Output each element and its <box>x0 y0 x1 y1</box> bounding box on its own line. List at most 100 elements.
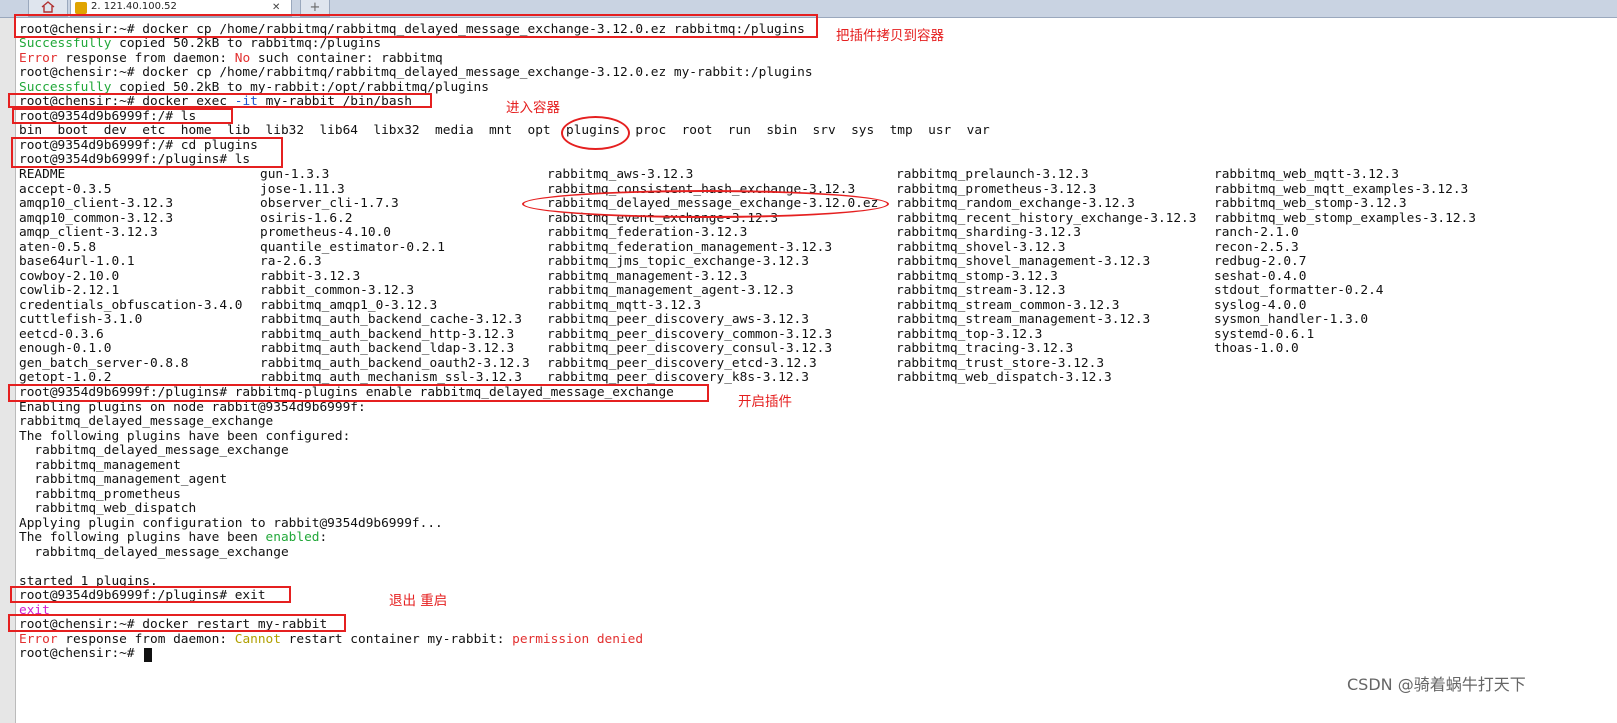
terminal-line: rabbitmq_management_agent <box>19 472 228 487</box>
plugin-file: amqp_client-3.12.3 <box>19 225 158 240</box>
plugin-file: recon-2.5.3 <box>1214 239 1299 255</box>
plugin-file: rabbitmq_stomp-3.12.3 <box>896 268 1058 284</box>
plugin-file: gun-1.3.3 <box>260 167 330 182</box>
plugin-file: cowboy-2.10.0 <box>19 268 120 284</box>
plugin-file: rabbitmq_peer_discovery_common-3.12.3 <box>547 326 833 342</box>
plugin-file: rabbitmq_shovel-3.12.3 <box>896 239 1066 255</box>
terminal-line: Error response from daemon: No such cont… <box>19 52 443 66</box>
close-icon[interactable]: ✕ <box>272 1 280 15</box>
plugin-file: cowlib-2.12.1 <box>19 283 120 298</box>
watermark: CSDN @骑着蜗牛打天下 <box>1347 675 1526 694</box>
plugin-file: rabbitmq_random_exchange-3.12.3 <box>896 196 1135 211</box>
terminal-line: rabbitmq_delayed_message_exchange <box>19 545 289 560</box>
plugin-file: rabbitmq_shovel_management-3.12.3 <box>896 254 1151 269</box>
plugin-file: rabbitmq_top-3.12.3 <box>896 326 1043 342</box>
terminal-line: The following plugins have been configur… <box>19 429 351 444</box>
highlight-box-restart <box>8 614 346 632</box>
annotation-exit-restart: 退出 重启 <box>389 593 448 609</box>
terminal-line: Error response from daemon: Cannot resta… <box>19 633 643 647</box>
plugin-file: syslog-4.0.0 <box>1214 297 1307 313</box>
plugin-file: rabbitmq_amqp1_0-3.12.3 <box>260 297 438 313</box>
plugin-file: rabbitmq_auth_backend_ldap-3.12.3 <box>260 341 515 356</box>
plugin-file: rabbitmq_web_stomp_examples-3.12.3 <box>1214 210 1476 226</box>
plugin-file: sysmon_handler-1.3.0 <box>1214 312 1369 327</box>
terminal-line: Applying plugin configuration to rabbit@… <box>19 516 443 531</box>
terminal-line: rabbitmq_management <box>19 458 181 473</box>
plugin-file: rabbitmq_recent_history_exchange-3.12.3 <box>896 210 1197 226</box>
plugin-file: rabbitmq_auth_backend_oauth2-3.12.3 <box>260 355 530 371</box>
plugin-file: rabbitmq_stream_common-3.12.3 <box>896 297 1120 313</box>
highlight-box-exec <box>8 93 432 108</box>
plugin-file: rabbitmq_tracing-3.12.3 <box>896 341 1074 356</box>
plugin-file: rabbitmq_federation-3.12.3 <box>547 225 748 240</box>
plugin-file: README <box>19 167 66 182</box>
plugin-file: rabbitmq_auth_backend_http-3.12.3 <box>260 326 515 342</box>
plugin-file: rabbitmq_mqtt-3.12.3 <box>547 297 702 313</box>
plugin-file: rabbitmq_aws-3.12.3 <box>547 167 694 182</box>
plugin-file: rabbitmq_peer_discovery_consul-3.12.3 <box>547 341 833 356</box>
plugin-file: rabbit_common-3.12.3 <box>260 283 415 298</box>
terminal-line: bin boot dev etc home lib lib32 lib64 li… <box>19 123 990 138</box>
highlight-oval-delayed-plugin <box>522 190 889 218</box>
annotation-enable-plugin: 开启插件 <box>738 394 792 410</box>
plugin-file: rabbitmq_trust_store-3.12.3 <box>896 355 1105 371</box>
terminal-line: Enabling plugins on node rabbit@9354d9b6… <box>19 400 366 415</box>
plugin-file: eetcd-0.3.6 <box>19 326 104 342</box>
plugin-file: rabbitmq_peer_discovery_aws-3.12.3 <box>547 312 809 327</box>
terminal-cursor <box>144 648 152 662</box>
terminal-text: The following plugins have been <box>19 530 266 545</box>
terminal-line: Successfully copied 50.2kB to rabbitmq:/… <box>19 37 381 51</box>
highlight-box-ls <box>12 108 233 124</box>
plugin-file: systemd-0.6.1 <box>1214 326 1315 342</box>
terminal-line: rabbitmq_prometheus <box>19 487 181 502</box>
plugin-file: jose-1.11.3 <box>260 181 345 197</box>
plugin-file: rabbitmq_peer_discovery_etcd-3.12.3 <box>547 355 817 371</box>
plugin-file: seshat-0.4.0 <box>1214 268 1307 284</box>
plugin-file: getopt-1.0.2 <box>19 370 112 385</box>
terminal-line: rabbitmq_delayed_message_exchange <box>19 414 274 429</box>
plugin-file: enough-0.1.0 <box>19 341 112 356</box>
plugin-file: aten-0.5.8 <box>19 239 97 255</box>
terminal-line: rabbitmq_delayed_message_exchange <box>19 443 289 458</box>
plugin-file: rabbitmq_auth_backend_cache-3.12.3 <box>260 312 522 327</box>
terminal-text: response from daemon: <box>57 51 235 66</box>
plugin-file: ranch-2.1.0 <box>1214 225 1299 240</box>
plugin-file: rabbitmq_stream_management-3.12.3 <box>896 312 1151 327</box>
warning-word: Cannot <box>234 632 281 647</box>
plugin-file: rabbitmq_federation_management-3.12.3 <box>547 239 833 255</box>
plugin-file: rabbitmq_management_agent-3.12.3 <box>547 283 794 298</box>
plugin-file: rabbitmq_prometheus-3.12.3 <box>896 181 1097 197</box>
error-word: Error <box>19 51 58 66</box>
plugin-file: rabbitmq_management-3.12.3 <box>547 268 748 284</box>
terminal-text: : <box>319 530 328 545</box>
error-word: No <box>234 51 251 66</box>
plugin-file: rabbitmq_stream-3.12.3 <box>896 283 1066 298</box>
terminal-prompt: root@chensir:~# <box>19 646 143 661</box>
terminal-line: root@chensir:~# docker cp /home/rabbitmq… <box>19 65 813 80</box>
plugin-file: amqp10_common-3.12.3 <box>19 210 174 226</box>
plugin-file: rabbitmq_auth_mechanism_ssl-3.12.3 <box>260 370 522 385</box>
plugin-file: ra-2.6.3 <box>260 254 322 269</box>
plugin-file: thoas-1.0.0 <box>1214 341 1299 356</box>
home-icon <box>41 1 55 13</box>
plugin-file: rabbitmq_jms_topic_exchange-3.12.3 <box>547 254 809 269</box>
plugin-file: stdout_formatter-0.2.4 <box>1214 283 1384 298</box>
terminal-line: rabbitmq_web_dispatch <box>19 501 197 516</box>
plugin-file: quantile_estimator-0.2.1 <box>260 239 445 255</box>
success-word: enabled <box>265 530 320 545</box>
wrench-icon <box>75 2 87 14</box>
plus-icon: + <box>309 0 321 15</box>
plugin-file: observer_cli-1.7.3 <box>260 196 399 211</box>
plugin-file: rabbit-3.12.3 <box>260 268 361 284</box>
plugin-file: prometheus-4.10.0 <box>260 225 391 240</box>
tab-session-label: 2. 121.40.100.52 <box>91 1 177 12</box>
plugin-file: rabbitmq_web_dispatch-3.12.3 <box>896 370 1112 385</box>
plugin-file: rabbitmq_web_mqtt-3.12.3 <box>1214 167 1399 182</box>
highlight-oval-plugins-dir <box>561 116 630 150</box>
terminal-line: The following plugins have been enabled: <box>19 531 327 545</box>
plugin-file: osiris-1.6.2 <box>260 210 353 226</box>
terminal-text: copied 50.2kB to rabbitmq:/plugins <box>111 36 382 51</box>
terminal-text: such container: rabbitmq <box>250 51 443 66</box>
plugin-file: rabbitmq_prelaunch-3.12.3 <box>896 167 1089 182</box>
plugin-file: credentials_obfuscation-3.4.0 <box>19 297 243 313</box>
